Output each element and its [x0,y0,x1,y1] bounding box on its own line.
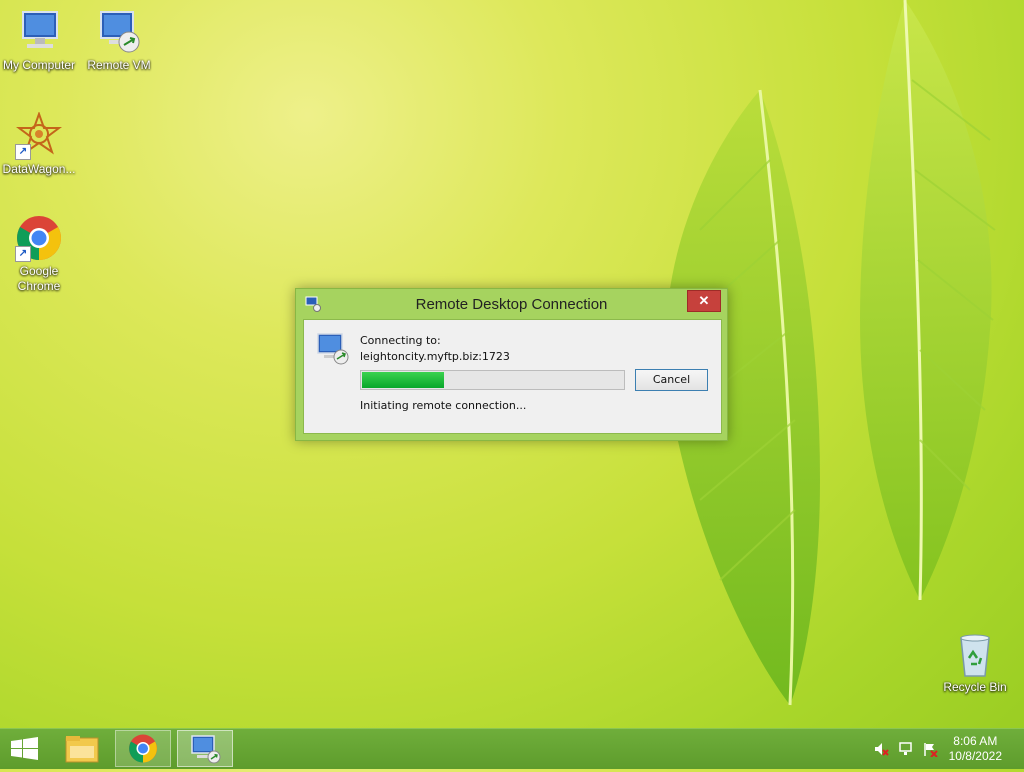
chrome-icon: ↗ [15,214,63,262]
remote-desktop-icon [316,332,350,366]
taskbar-file-explorer[interactable] [54,730,110,767]
taskbar-clock[interactable]: 8:06 AM 10/8/2022 [949,734,1002,764]
recycle-bin-icon [951,630,999,678]
shortcut-arrow-icon: ↗ [15,144,31,160]
desktop-icon-remote-vm[interactable]: Remote VM [80,8,158,73]
computer-icon [15,8,63,56]
chrome-icon [129,734,157,763]
dialog-title-bar[interactable]: Remote Desktop Connection ✕ [296,289,727,319]
taskbar-google-chrome[interactable] [115,730,171,767]
close-button[interactable]: ✕ [687,290,721,312]
clock-time: 8:06 AM [953,734,998,748]
connection-progress-bar [360,370,625,390]
connecting-label: Connecting to: [360,334,441,347]
action-center-flag-icon[interactable] [922,741,938,758]
desktop-icon-datawagon[interactable]: ↗ DataWagon... [0,111,78,177]
network-icon[interactable] [898,741,914,757]
datawagon-logo-icon: ↗ [15,111,63,160]
folder-icon [65,736,99,763]
desktop-icon-label: Recycle Bin [943,680,1007,694]
remote-desktop-icon [191,735,221,764]
status-text: Initiating remote connection... [360,399,527,412]
windows-logo-icon [11,737,38,760]
progress-fill [362,372,445,388]
remote-desktop-icon [95,8,143,56]
clock-date: 10/8/2022 [948,749,1002,763]
desktop-icon-label: Remote VM [87,58,151,72]
host-address: leightoncity.myftp.biz:1723 [360,350,510,363]
dialog-title: Remote Desktop Connection [415,296,608,313]
desktop-icon-label: Google Chrome [17,264,61,293]
desktop-icon-label: DataWagon... [2,162,76,176]
dialog-body: Connecting to: leightoncity.myftp.biz:17… [303,319,722,434]
taskbar-remote-desktop[interactable] [177,730,233,767]
start-button[interactable] [0,730,48,767]
cancel-button[interactable]: Cancel [635,369,708,391]
desktop-icon-recycle-bin[interactable]: Recycle Bin [936,630,1014,695]
desktop-icon-my-computer[interactable]: My Computer [0,8,78,73]
shortcut-arrow-icon: ↗ [15,246,31,262]
desktop-icon-google-chrome[interactable]: ↗ Google Chrome [0,214,78,294]
desktop-icon-label: My Computer [2,58,76,72]
taskbar: 8:06 AM 10/8/2022 [0,728,1024,769]
remote-desktop-dialog: Remote Desktop Connection ✕ Connecting t… [295,288,728,441]
volume-muted-icon[interactable] [873,741,889,757]
